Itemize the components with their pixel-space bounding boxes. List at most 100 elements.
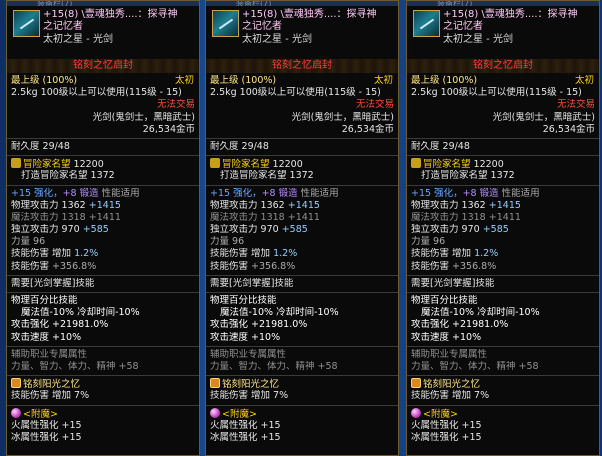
mag-atk-label: 魔法攻击力 [11,211,59,223]
support-title: 辅助职业专属属性 [411,348,488,360]
phys-pct-title: 物理百分比技能 [11,295,78,306]
skill-dmg-extra: +356.8% [251,260,296,272]
phys-atk-bonus: +1415 [488,199,521,211]
skill-dmg-inc: 增加 [251,248,271,260]
price: 26,534金币 [542,123,595,135]
weapon-type: 光剑(鬼剑士，黑暗武士) [92,111,195,123]
enhance-b: +8 锻造 [462,187,499,199]
grade: 最上级 [11,75,40,86]
phys-atk-label: 物理攻击力 [411,199,459,211]
mag-atk-bonus: +1411 [287,211,320,223]
str-line: 力量 96 [11,236,46,248]
rarity: 太初 [373,75,393,86]
skill-dmg-val: 1.2% [74,248,99,260]
phys-atk: 1362 [461,199,486,211]
seal-banner: 铭刻之忆启封 [7,59,199,73]
support-title: 辅助职业专属属性 [11,348,88,360]
mag-atk-bonus: +1411 [488,211,521,223]
lightsaber-item-icon[interactable] [413,10,440,37]
price: 26,534金币 [341,123,394,135]
atk-speed: 攻击速度 +10% [11,331,82,343]
trade-status: 无法交易 [156,99,195,111]
grade: 最上级 [210,75,239,86]
seal-banner: 铭刻之忆启封 [407,59,599,73]
item-tooltip-panel: 装备栏(7) +15(8) \壹魂独秀....：探寻神 之记忆者 太初之星 - … [406,0,600,456]
fire-boost: 火属性强化 +15 [411,419,482,431]
trade-status: 无法交易 [355,99,394,111]
phys-atk-label: 物理攻击力 [11,199,59,211]
forge-fame: 1372 [289,170,314,182]
item-name-line2: 之记忆者 [242,21,282,32]
lightsaber-item-icon[interactable] [13,10,40,37]
skill-dmg-val: 1.2% [474,248,499,260]
mag-atk: 1318 [260,211,285,223]
grade-pct: (100%) [241,75,277,86]
mp-cd: 魔法值-10% 冷却时间-10% [21,307,140,319]
item-name-line1: +15(8) \壹魂独秀....：探寻神 [242,9,377,20]
emblem-skill: 技能伤害 增加 7% [210,390,289,402]
enhance-a: +15 强化， [210,187,262,199]
support-stats: 力量、智力、体力、精神 +58 [11,360,139,372]
adv-fame: 12200 [73,159,104,171]
emblem-title: 铭刻阳光之忆 [222,379,280,391]
enhance-c: 性能适用 [101,187,140,199]
atk-boost: 攻击强化 +21981.0% [11,319,109,331]
crown-icon [11,158,21,169]
adv-fame: 12200 [272,159,303,171]
atk-boost: 攻击强化 +21981.0% [411,319,509,331]
skill-dmg-extra: +356.8% [52,260,97,272]
enhance-c: 性能适用 [501,187,540,199]
atk-speed: 攻击速度 +10% [411,331,482,343]
mag-atk-bonus: +1411 [88,211,121,223]
ind-atk-bonus: +585 [82,224,109,236]
forge-fame-label: 打造冒险家名望 [421,170,488,182]
enchant-orb-icon [11,407,21,418]
seal-banner: 铭刻之忆启封 [206,59,398,73]
emblem-skill: 技能伤害 增加 7% [411,390,490,402]
mastery-req: 需要[光剑掌握]技能 [11,277,95,289]
adv-fame-label: 冒险家名望 [423,159,471,171]
enchant-orb-icon [210,407,220,418]
enchant-title: <附魔> [423,408,458,420]
ind-atk: 970 [461,224,480,236]
support-stats: 力量、智力、体力、精神 +58 [210,360,338,372]
forge-fame: 1372 [490,170,515,182]
ice-boost: 冰属性强化 +15 [11,431,82,443]
phys-pct-title: 物理百分比技能 [411,295,478,306]
ind-atk: 970 [61,224,80,236]
item-subtitle: 太初之星 - 光剑 [443,34,513,45]
phys-pct-title: 物理百分比技能 [210,295,277,306]
emblem-title: 铭刻阳光之忆 [423,379,481,391]
skill-dmg-label2: 技能伤害 [11,260,50,272]
mastery-req: 需要[光剑掌握]技能 [210,277,294,289]
str-line: 力量 96 [210,236,245,248]
enhance-b: +8 锻造 [261,187,298,199]
item-name-line2: 之记忆者 [443,21,483,32]
emblem-icon [210,378,220,389]
phys-atk-bonus: +1415 [88,199,121,211]
phys-atk: 1362 [260,199,285,211]
weight-level: 2.5kg 100级以上可以使用(115级 - 15) [411,87,582,99]
enhance-c: 性能适用 [300,187,339,199]
fire-boost: 火属性强化 +15 [210,419,281,431]
header-strip: 装备栏(7) [407,1,599,6]
adv-fame-label: 冒险家名望 [222,159,270,171]
ice-boost: 冰属性强化 +15 [210,431,281,443]
grade-pct: (100%) [442,75,478,86]
enhance-a: +15 强化， [411,187,463,199]
support-stats: 力量、智力、体力、精神 +58 [411,360,539,372]
mag-atk: 1318 [61,211,86,223]
ice-boost: 冰属性强化 +15 [411,431,482,443]
weight-level: 2.5kg 100级以上可以使用(115级 - 15) [11,87,182,99]
phys-atk: 1362 [61,199,86,211]
forge-fame-label: 打造冒险家名望 [220,170,287,182]
skill-dmg-label: 技能伤害 [411,248,450,260]
atk-speed: 攻击速度 +10% [210,331,281,343]
mag-atk-label: 魔法攻击力 [210,211,258,223]
enchant-orb-icon [411,407,421,418]
mastery-req: 需要[光剑掌握]技能 [411,277,495,289]
durability: 耐久度 29/48 [411,140,470,152]
skill-dmg-inc: 增加 [52,248,72,260]
lightsaber-item-icon[interactable] [212,10,239,37]
support-title: 辅助职业专属属性 [210,348,287,360]
